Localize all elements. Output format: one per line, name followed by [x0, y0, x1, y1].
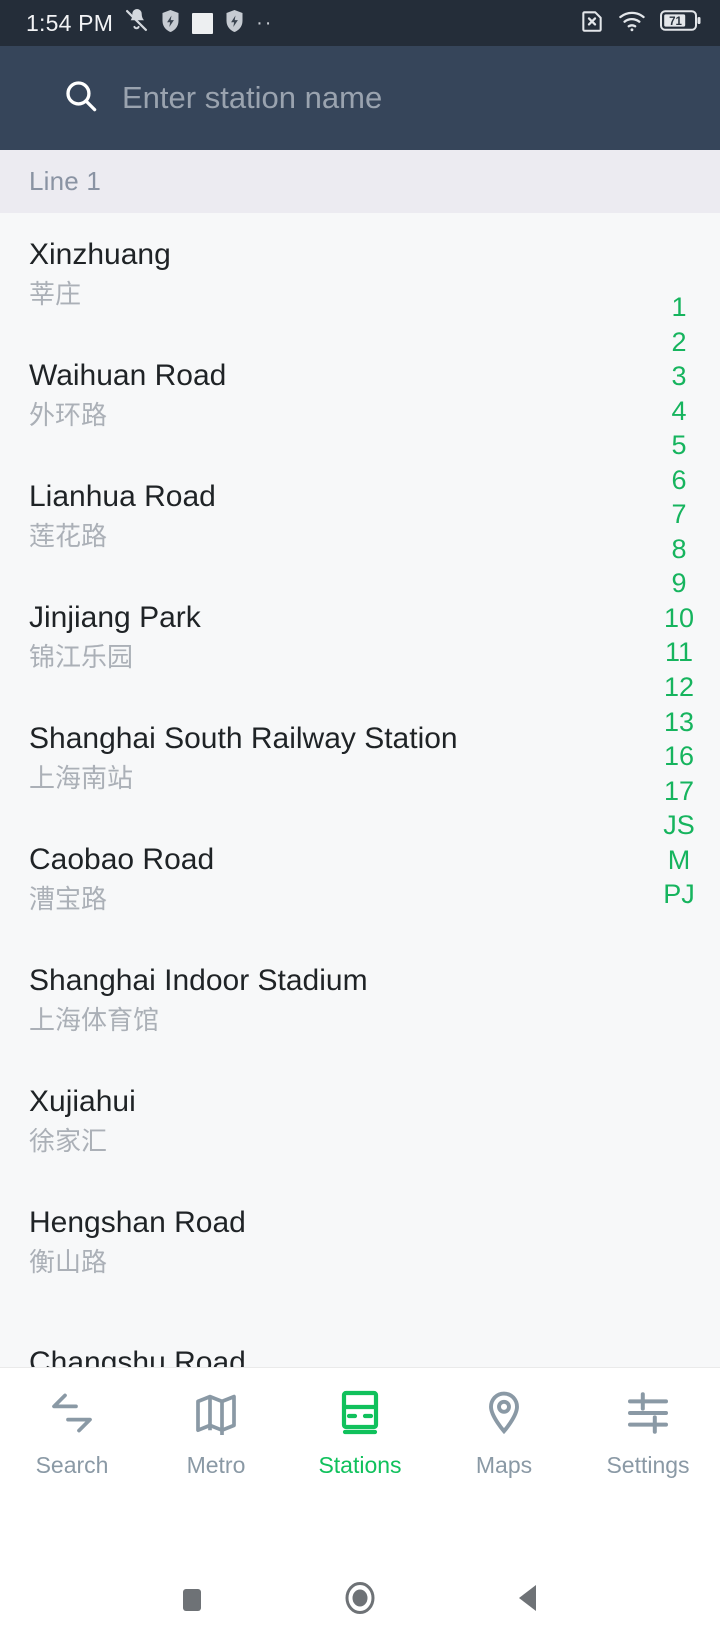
index-item[interactable]: 12: [638, 670, 720, 705]
nav-label: Settings: [606, 1452, 690, 1478]
search-icon: [62, 77, 100, 120]
index-item[interactable]: M: [638, 843, 720, 878]
station-name-zh: 上海南站: [29, 763, 134, 794]
station-row[interactable]: Lianhua Road 莲花路: [0, 455, 720, 576]
station-name-en: Waihuan Road: [29, 358, 227, 392]
station-name-zh: 锦江乐园: [29, 642, 134, 673]
line-section-header: Line 1: [0, 150, 720, 213]
status-bar: 1:54 PM ·· 71: [0, 0, 720, 46]
station-row[interactable]: Shanghai Indoor Stadium 上海体育馆: [0, 939, 720, 1060]
station-name-en: Hengshan Road: [29, 1205, 246, 1239]
station-name-zh: 衡山路: [29, 1247, 108, 1278]
nav-label: Maps: [475, 1452, 533, 1478]
sliders-icon: [624, 1388, 672, 1438]
index-item[interactable]: 8: [638, 532, 720, 567]
nav-label: Search: [35, 1452, 109, 1478]
back-triangle-icon[interactable]: [512, 1581, 544, 1615]
index-item[interactable]: 4: [638, 394, 720, 429]
station-name-zh: 徐家汇: [29, 1126, 108, 1157]
search-input[interactable]: [122, 80, 696, 116]
search-bar[interactable]: [0, 46, 720, 150]
shield-icon: [160, 9, 181, 38]
station-name-en: Shanghai South Railway Station: [29, 721, 458, 755]
station-name-en: Lianhua Road: [29, 479, 216, 513]
battery-level-text: 71: [669, 16, 682, 28]
station-name-en: Xinzhuang: [29, 237, 171, 271]
line-section-label: Line 1: [29, 166, 102, 196]
station-name-en: Changshu Road: [29, 1345, 246, 1367]
station-list[interactable]: Xinzhuang 莘庄 Waihuan Road 外环路 Lianhua Road 莲花…: [0, 213, 720, 1367]
station-row[interactable]: Xinzhuang 莘庄: [0, 213, 720, 334]
home-circle-icon[interactable]: [341, 1579, 379, 1617]
status-time: 1:54 PM: [26, 9, 114, 36]
index-item[interactable]: 7: [638, 497, 720, 532]
index-item[interactable]: 6: [638, 463, 720, 498]
station-row[interactable]: Jinjiang Park 锦江乐园: [0, 576, 720, 697]
bottom-navigation[interactable]: Search Metro Stations Maps Settings: [0, 1367, 720, 1545]
sim-card-off-icon: [579, 8, 605, 39]
nav-item-stations[interactable]: Stations: [288, 1388, 432, 1479]
index-item[interactable]: 11: [638, 635, 720, 670]
bell-muted-icon: [124, 8, 149, 38]
index-item[interactable]: 3: [638, 359, 720, 394]
index-item[interactable]: 13: [638, 705, 720, 740]
transfer-arrows-icon: [46, 1388, 98, 1438]
station-row[interactable]: Xujiahui 徐家汇: [0, 1060, 720, 1181]
folded-map-icon: [191, 1388, 241, 1438]
station-row[interactable]: Hengshan Road 衡山路: [0, 1181, 720, 1302]
station-name-en: Shanghai Indoor Stadium: [29, 963, 368, 997]
nav-label: Stations: [318, 1452, 402, 1478]
index-item[interactable]: JS: [638, 808, 720, 843]
android-navigation-bar[interactable]: [0, 1545, 720, 1650]
station-name-zh: 莘庄: [29, 279, 82, 310]
dots-icon: ··: [256, 12, 274, 34]
train-car-icon: [337, 1388, 383, 1438]
nav-item-metro[interactable]: Metro: [144, 1388, 288, 1479]
station-name-en: Jinjiang Park: [29, 600, 201, 634]
station-name-zh: 外环路: [29, 400, 108, 431]
index-item[interactable]: 16: [638, 739, 720, 774]
white-square-icon: [192, 12, 214, 34]
station-row[interactable]: Caobao Road 漕宝路: [0, 818, 720, 939]
station-name-zh: 漕宝路: [29, 884, 108, 915]
status-bar-left: 1:54 PM ··: [26, 8, 579, 38]
index-item[interactable]: 2: [638, 325, 720, 360]
index-item[interactable]: PJ: [638, 877, 720, 912]
status-bar-right: 71: [579, 8, 702, 39]
recents-square-icon[interactable]: [176, 1582, 208, 1614]
station-row[interactable]: Changshu Road: [0, 1302, 720, 1367]
station-name-zh: 上海体育馆: [29, 1005, 160, 1036]
station-list-container[interactable]: Line 1 Xinzhuang 莘庄 Waihuan Road 外环路 Lianhua…: [0, 150, 720, 1367]
wifi-icon: [618, 10, 647, 37]
shield-icon: [224, 9, 245, 38]
index-item[interactable]: 9: [638, 566, 720, 601]
index-item[interactable]: 17: [638, 774, 720, 809]
station-row[interactable]: Waihuan Road 外环路: [0, 334, 720, 455]
battery-icon: 71: [660, 9, 702, 37]
station-name-en: Xujiahui: [29, 1084, 136, 1118]
alphabet-index-bar[interactable]: 1 2 3 4 5 6 7 8 9 10 11 12 13 16 17 JS M PJ: [638, 290, 720, 912]
nav-label: Metro: [186, 1452, 246, 1478]
nav-item-maps[interactable]: Maps: [432, 1388, 576, 1479]
index-item[interactable]: 1: [638, 290, 720, 325]
location-pin-icon: [481, 1388, 527, 1438]
station-name-en: Caobao Road: [29, 842, 215, 876]
nav-item-settings[interactable]: Settings: [576, 1388, 720, 1479]
nav-item-search[interactable]: Search: [0, 1388, 144, 1479]
index-item[interactable]: 5: [638, 428, 720, 463]
index-item[interactable]: 10: [638, 601, 720, 636]
station-name-zh: 莲花路: [29, 521, 108, 552]
station-row[interactable]: Shanghai South Railway Station 上海南站: [0, 697, 720, 818]
